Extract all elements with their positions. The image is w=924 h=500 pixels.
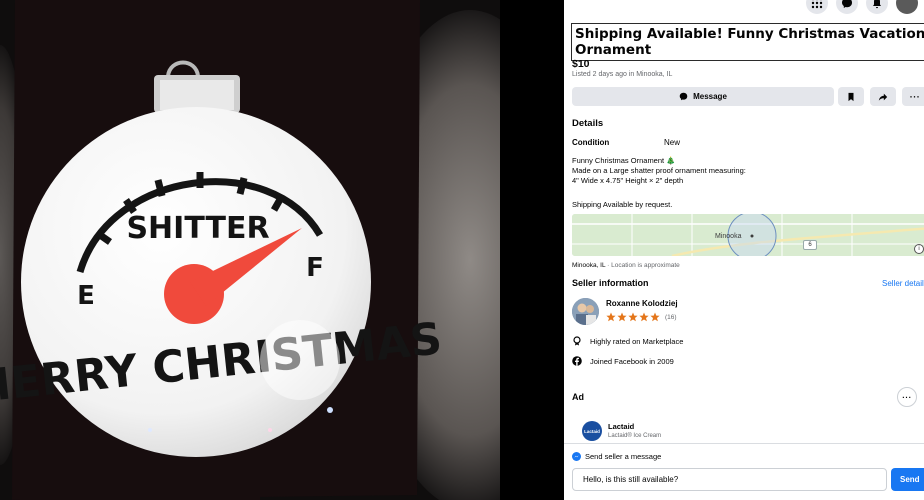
messenger-icon [572, 452, 581, 461]
messenger-icon [679, 92, 688, 101]
gauge-full-label: F [306, 253, 324, 283]
share-button[interactable] [870, 87, 896, 106]
ad-more-options-button[interactable]: ··· [897, 387, 917, 407]
star-icon [628, 312, 638, 322]
map-info-icon[interactable]: i [914, 244, 924, 254]
messenger-icon[interactable] [836, 0, 858, 14]
message-button[interactable]: Message [572, 87, 834, 106]
details-heading: Details [572, 118, 604, 129]
highly-rated-text: Highly rated on Marketplace [590, 336, 684, 346]
listing-details-panel: Shipping Available! Funny Christmas Vaca… [564, 0, 924, 500]
notifications-bell-icon[interactable] [866, 0, 888, 14]
send-message-bar: Send seller a message Send [564, 443, 924, 500]
ornament-photo: SHITTER E F MERRY CHRISTMAS [0, 0, 564, 500]
joined-facebook-text: Joined Facebook in 2009 [590, 356, 674, 366]
location-city: Minooka, IL [572, 262, 606, 269]
profile-avatar[interactable] [896, 0, 918, 14]
message-input[interactable] [572, 468, 887, 491]
map-graphic [572, 214, 924, 256]
star-icon [606, 312, 616, 322]
listing-description: Funny Christmas Ornament 🎄 Made on a Lar… [572, 156, 912, 186]
lactaid-logo[interactable]: Lactaid [582, 421, 602, 441]
more-options-button[interactable]: ··· [902, 87, 924, 106]
bookmark-icon [848, 92, 854, 101]
condition-value: New [664, 138, 681, 147]
send-button[interactable]: Send [891, 468, 924, 491]
award-ribbon-icon [573, 336, 581, 346]
share-arrow-icon [878, 93, 888, 101]
shipping-note: Shipping Available by request. [572, 200, 673, 209]
seller-avatar[interactable] [572, 298, 599, 325]
rating-count[interactable]: (16) [665, 314, 677, 321]
location-note: · Location is approximate [605, 262, 680, 269]
location-map[interactable]: Minooka 6 i [572, 214, 924, 256]
star-icon [650, 312, 660, 322]
approximate-location: Minooka, IL · Location is approximate [572, 262, 680, 269]
map-place-label: Minooka [715, 233, 742, 240]
highly-rated-row: Highly rated on Marketplace [572, 336, 683, 346]
ad-advertiser-name[interactable]: Lactaid [608, 422, 634, 431]
send-seller-message-text: Send seller a message [585, 452, 662, 461]
condition-label: Condition [572, 138, 610, 147]
gauge-empty-label: E [77, 281, 95, 311]
seller-details-link[interactable]: Seller details [882, 279, 924, 288]
more-dots-icon: ··· [909, 91, 921, 102]
apps-grid-icon[interactable] [806, 0, 828, 14]
ad-heading: Ad [572, 392, 584, 402]
seller-heading: Seller information [572, 278, 649, 288]
facebook-icon [572, 356, 582, 366]
joined-facebook-row: Joined Facebook in 2009 [572, 356, 674, 366]
seller-name[interactable]: Roxanne Kolodziej [606, 299, 678, 308]
description-line: 4" Wide x 4.75" Height × 2" depth [572, 176, 684, 185]
listing-photo[interactable]: SHITTER E F MERRY CHRISTMAS [0, 0, 564, 500]
star-icon [617, 312, 627, 322]
gauge-word: SHITTER [126, 211, 269, 246]
road-number-badge: 6 [803, 240, 817, 250]
send-seller-message-label: Send seller a message [572, 452, 661, 461]
star-icon [639, 312, 649, 322]
ad-subtitle: Lactaid® Ice Cream [608, 433, 662, 439]
header-icons [806, 0, 918, 14]
listing-price: $10 [572, 58, 590, 70]
description-line: Made on a Large shatter proof ornament m… [572, 166, 746, 175]
description-line: Funny Christmas Ornament 🎄 [572, 156, 676, 165]
save-button[interactable] [838, 87, 864, 106]
message-button-label: Message [693, 92, 727, 101]
listing-meta: Listed 2 days ago in Minooka, IL [572, 71, 673, 78]
seller-rating: (16) [606, 312, 677, 322]
listing-title: Shipping Available! Funny Christmas Vaca… [571, 23, 924, 61]
